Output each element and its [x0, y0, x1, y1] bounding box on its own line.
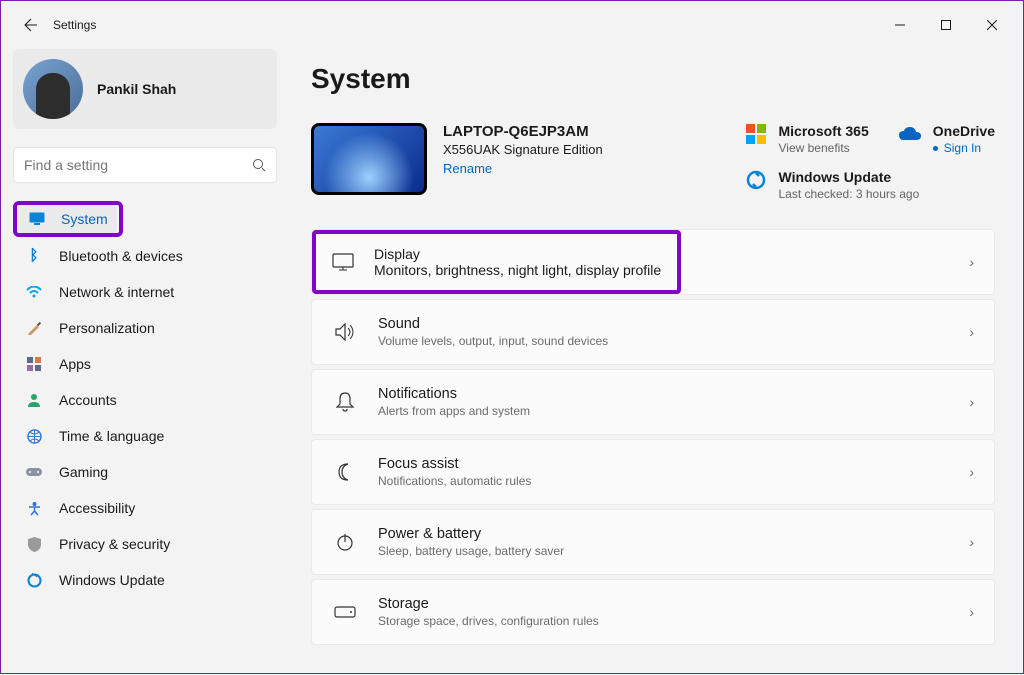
card-notifications[interactable]: Notifications Alerts from apps and syste…: [311, 369, 995, 435]
promo-title: Windows Update: [779, 169, 920, 185]
system-header: LAPTOP-Q6EJP3AM X556UAK Signature Editio…: [311, 123, 995, 201]
microsoft-logo-icon: [745, 123, 767, 145]
sidebar-item-label: Bluetooth & devices: [59, 248, 183, 264]
card-title: Display: [374, 246, 661, 262]
storage-icon: [332, 606, 358, 618]
sidebar-item-update[interactable]: Windows Update: [13, 562, 277, 598]
sidebar-item-personalization[interactable]: Personalization: [13, 310, 277, 346]
accessibility-icon: [25, 501, 43, 516]
user-card[interactable]: Pankil Shah: [13, 49, 277, 129]
card-focus[interactable]: Focus assist Notifications, automatic ru…: [311, 439, 995, 505]
sidebar-item-time[interactable]: Time & language: [13, 418, 277, 454]
globe-icon: [25, 429, 43, 444]
sidebar-item-privacy[interactable]: Privacy & security: [13, 526, 277, 562]
person-icon: [25, 393, 43, 407]
search-icon: [252, 158, 266, 172]
sidebar: Pankil Shah System ᛒ Bluetooth & devices…: [1, 49, 289, 675]
sidebar-item-label: Network & internet: [59, 284, 174, 300]
sidebar-item-label: System: [61, 211, 108, 227]
card-power[interactable]: Power & battery Sleep, battery usage, ba…: [311, 509, 995, 575]
chevron-right-icon: ›: [969, 254, 974, 270]
device-name: LAPTOP-Q6EJP3AM: [443, 123, 603, 140]
sidebar-item-network[interactable]: Network & internet: [13, 274, 277, 310]
sidebar-item-system[interactable]: System: [17, 205, 117, 233]
card-sound[interactable]: Sound Volume levels, output, input, soun…: [311, 299, 995, 365]
promo-sub: View benefits: [779, 141, 869, 155]
card-title: Sound: [378, 316, 608, 332]
promo-sub: Sign In: [933, 141, 995, 155]
chevron-right-icon: ›: [969, 324, 974, 340]
sidebar-item-label: Time & language: [59, 428, 164, 444]
sidebar-item-label: Personalization: [59, 320, 155, 336]
device-thumbnail: [311, 123, 427, 195]
gamepad-icon: [25, 466, 43, 478]
sidebar-item-gaming[interactable]: Gaming: [13, 454, 277, 490]
device-model: X556UAK Signature Edition: [443, 142, 603, 157]
search-box[interactable]: [13, 147, 277, 183]
chevron-right-icon: ›: [969, 464, 974, 480]
sidebar-item-apps[interactable]: Apps: [13, 346, 277, 382]
update-icon: [745, 169, 767, 191]
card-title: Power & battery: [378, 526, 564, 542]
bell-icon: [332, 392, 358, 412]
sidebar-item-label: Windows Update: [59, 572, 165, 588]
highlight-system: System: [13, 201, 123, 237]
chevron-right-icon: ›: [969, 534, 974, 550]
close-button[interactable]: [969, 9, 1015, 41]
page-title: System: [311, 63, 995, 95]
sidebar-item-bluetooth[interactable]: ᛒ Bluetooth & devices: [13, 237, 277, 274]
onedrive-icon: [899, 123, 921, 145]
highlight-display: Display Monitors, brightness, night ligh…: [312, 230, 681, 294]
display-icon: [332, 253, 354, 271]
card-desc: Storage space, drives, configuration rul…: [378, 614, 599, 628]
sidebar-item-label: Gaming: [59, 464, 108, 480]
chevron-right-icon: ›: [969, 604, 974, 620]
card-display[interactable]: Display Monitors, brightness, night ligh…: [311, 229, 995, 295]
bluetooth-icon: ᛒ: [25, 247, 43, 264]
promo-onedrive[interactable]: OneDrive Sign In: [899, 123, 995, 155]
promo-update[interactable]: Windows Update Last checked: 3 hours ago: [745, 169, 996, 201]
moon-icon: [332, 463, 358, 481]
sidebar-item-label: Accounts: [59, 392, 117, 408]
sidebar-item-accessibility[interactable]: Accessibility: [13, 490, 277, 526]
shield-icon: [25, 537, 43, 552]
minimize-button[interactable]: [877, 9, 923, 41]
sidebar-item-label: Apps: [59, 356, 91, 372]
avatar: [23, 59, 83, 119]
paintbrush-icon: [25, 320, 43, 336]
power-icon: [332, 533, 358, 551]
rename-link[interactable]: Rename: [443, 161, 492, 176]
back-button[interactable]: [9, 17, 49, 33]
content-area: System LAPTOP-Q6EJP3AM X556UAK Signature…: [289, 49, 1023, 675]
promo-sub: Last checked: 3 hours ago: [779, 187, 920, 201]
card-desc: Alerts from apps and system: [378, 404, 530, 418]
monitor-icon: [29, 212, 45, 226]
settings-card-list: Display Monitors, brightness, night ligh…: [311, 229, 995, 645]
sound-icon: [332, 323, 358, 341]
card-desc: Monitors, brightness, night light, displ…: [374, 262, 661, 278]
card-storage[interactable]: Storage Storage space, drives, configura…: [311, 579, 995, 645]
maximize-button[interactable]: [923, 9, 969, 41]
promo-title: OneDrive: [933, 123, 995, 139]
titlebar: Settings: [1, 1, 1023, 49]
sidebar-item-label: Privacy & security: [59, 536, 170, 552]
card-desc: Notifications, automatic rules: [378, 474, 531, 488]
chevron-right-icon: ›: [969, 394, 974, 410]
sidebar-item-label: Accessibility: [59, 500, 135, 516]
card-desc: Volume levels, output, input, sound devi…: [378, 334, 608, 348]
apps-icon: [25, 357, 43, 371]
card-title: Focus assist: [378, 456, 531, 472]
user-name: Pankil Shah: [97, 81, 176, 97]
promo-m365[interactable]: Microsoft 365 View benefits: [745, 123, 869, 155]
search-input[interactable]: [24, 157, 252, 173]
card-title: Storage: [378, 596, 599, 612]
wifi-icon: [25, 286, 43, 298]
update-icon: [25, 573, 43, 588]
sidebar-item-accounts[interactable]: Accounts: [13, 382, 277, 418]
card-desc: Sleep, battery usage, battery saver: [378, 544, 564, 558]
card-title: Notifications: [378, 386, 530, 402]
device-card: LAPTOP-Q6EJP3AM X556UAK Signature Editio…: [311, 123, 603, 201]
window-title: Settings: [53, 18, 96, 32]
promo-title: Microsoft 365: [779, 123, 869, 139]
